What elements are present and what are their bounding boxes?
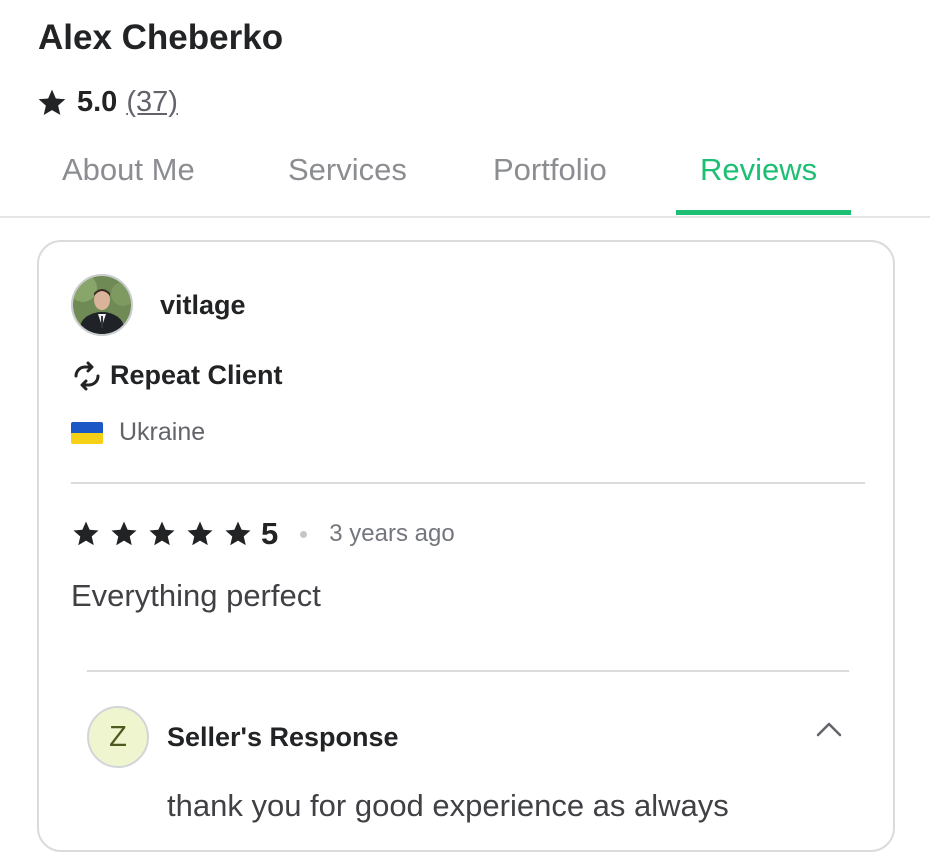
star-icon xyxy=(187,521,213,546)
star-icon xyxy=(149,521,175,546)
ukraine-flag-icon xyxy=(71,421,103,444)
reviewer-country: Ukraine xyxy=(71,418,205,447)
review-rating: 5 3 years ago xyxy=(71,516,455,552)
country-label: Ukraine xyxy=(119,418,206,446)
review-count-link[interactable]: (37) xyxy=(126,86,178,118)
star-icon xyxy=(38,89,66,115)
chevron-up-icon[interactable] xyxy=(814,718,844,740)
review-card: vitlage Repeat Client Ukraine 5 3 years … xyxy=(37,240,895,852)
separator-dot xyxy=(300,530,308,538)
repeat-client-badge: Repeat Client xyxy=(71,360,283,391)
seller-response-title: Seller's Response xyxy=(167,722,399,752)
divider xyxy=(87,670,849,672)
reviewer-photo xyxy=(73,276,131,334)
tab-portfolio[interactable]: Portfolio xyxy=(493,152,607,188)
profile-tabs: About Me Services Portfolio Reviews xyxy=(0,140,930,218)
repeat-icon xyxy=(74,361,100,390)
tab-services[interactable]: Services xyxy=(288,152,407,188)
divider xyxy=(71,482,865,484)
avatar[interactable] xyxy=(71,274,133,336)
active-tab-indicator xyxy=(676,210,851,215)
review-time: 3 years ago xyxy=(329,520,455,547)
seller-response-text: thank you for good experience as always xyxy=(167,788,729,823)
star-icon xyxy=(225,521,251,546)
repeat-client-label: Repeat Client xyxy=(110,360,283,390)
seller-rating: 5.0 (37) xyxy=(36,86,178,119)
star-icon xyxy=(73,521,99,546)
rating-value: 5.0 xyxy=(77,86,118,118)
tab-reviews[interactable]: Reviews xyxy=(700,152,817,188)
star-icon xyxy=(111,521,137,546)
reviewer-name[interactable]: vitlage xyxy=(160,290,246,321)
seller-name: Alex Cheberko xyxy=(38,18,284,57)
review-score: 5 xyxy=(261,516,279,551)
review-text: Everything perfect xyxy=(71,578,321,613)
seller-avatar: Z xyxy=(87,706,149,768)
tab-about-me[interactable]: About Me xyxy=(62,152,195,188)
